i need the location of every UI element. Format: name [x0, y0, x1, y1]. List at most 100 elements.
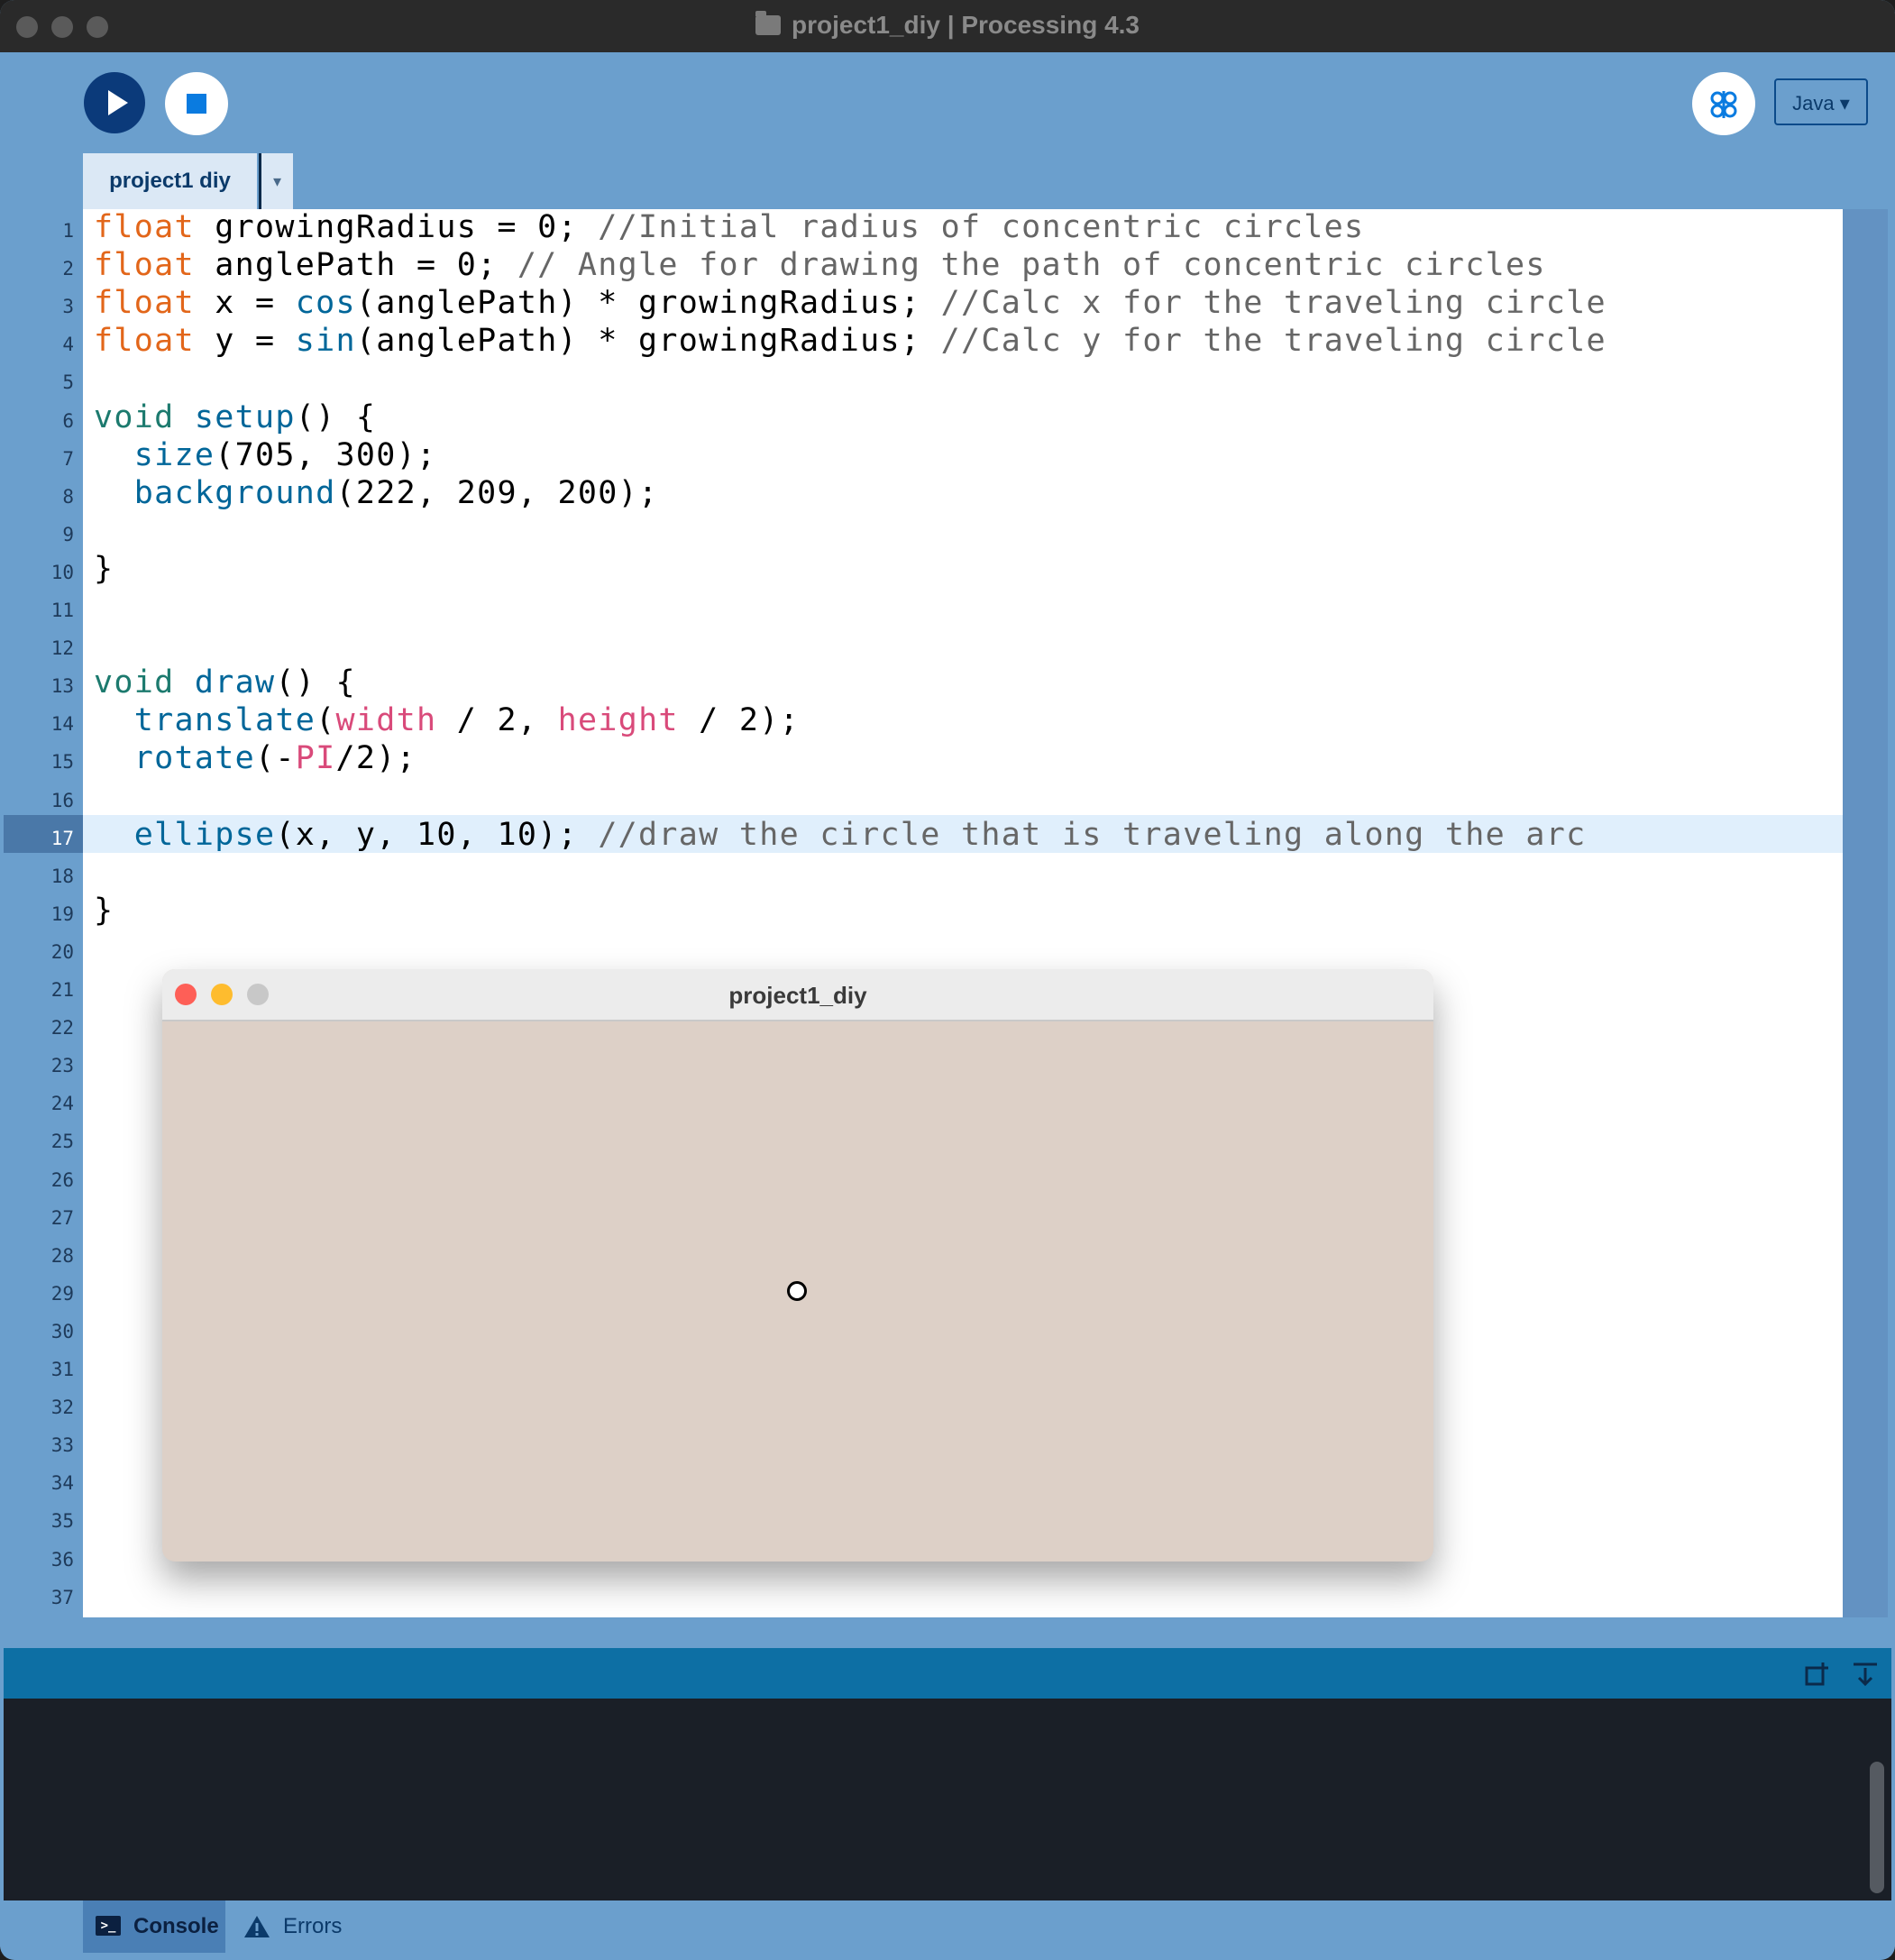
code-token: setup	[194, 398, 296, 435]
tab-menu-arrow[interactable]: ▾	[259, 153, 293, 209]
code-token: //Initial radius of concentric circles	[598, 209, 1365, 245]
code-token: cos	[295, 285, 356, 322]
line-number: 15	[50, 751, 74, 774]
stop-icon	[187, 94, 206, 114]
code-token: ellipse	[133, 816, 276, 853]
line-number: 18	[50, 865, 74, 887]
window-title: project1_diy | Processing 4.3	[792, 11, 1140, 39]
code-token: }	[94, 550, 114, 587]
code-token: draw	[194, 664, 276, 701]
code-line: void draw() {	[94, 664, 356, 701]
traveling-circle	[787, 1281, 807, 1301]
code-token: (x, y, 10, 10);	[275, 816, 599, 853]
code-line: translate(width / 2, height / 2);	[94, 702, 800, 738]
line-number: 35	[50, 1510, 74, 1533]
play-icon	[108, 90, 128, 115]
code-token: //Calc x for the traveling circle	[940, 285, 1607, 322]
line-number: 5	[62, 371, 74, 394]
code-token: // Angle for drawing the path of concent…	[517, 247, 1546, 284]
title-bar: project1_diy | Processing 4.3	[0, 0, 1895, 52]
collapse-console-icon[interactable]	[1852, 1661, 1879, 1688]
code-token: float	[94, 285, 195, 322]
line-number: 9	[62, 523, 74, 545]
tab-console-label: Console	[133, 1914, 219, 1938]
code-token: //draw the circle that is traveling alon…	[598, 816, 1587, 853]
line-number: 31	[50, 1359, 74, 1380]
line-number: 6	[62, 409, 74, 432]
line-number: 17	[50, 827, 74, 849]
line-number: 2	[62, 258, 74, 280]
line-number-gutter: 1 2 3 4 5 6 7 8 9 10 11 12 13 14 15 16 17 18 19 20 21 22 23 24 2…	[4, 209, 83, 1617]
code-line: rotate(-PI/2);	[94, 740, 417, 776]
mode-selector[interactable]: Java ▾	[1774, 78, 1868, 125]
code-line: ellipse(x, y, 10, 10); //draw the circle…	[94, 817, 1587, 853]
line-number: 22	[50, 1017, 74, 1040]
tab-errors[interactable]: Errors	[243, 1900, 370, 1953]
folder-icon	[755, 11, 781, 35]
line-number: 33	[50, 1434, 74, 1457]
code-line: float y = sin(anglePath) * growingRadius…	[94, 323, 1607, 359]
sketch-window[interactable]: project1_diy	[162, 969, 1433, 1562]
tab-project1-diy[interactable]: project1 diy	[83, 153, 257, 209]
line-number: 1	[62, 220, 74, 242]
code-line: background(222, 209, 200);	[94, 475, 658, 511]
console-header	[4, 1648, 1891, 1699]
code-token: anglePath = 0;	[194, 247, 517, 284]
line-number: 26	[50, 1168, 74, 1191]
line-number: 20	[50, 940, 74, 963]
code-token: / 2,	[436, 702, 558, 739]
code-token: background	[133, 474, 336, 511]
code-token: void	[94, 664, 175, 701]
tab-errors-label: Errors	[283, 1914, 343, 1938]
butterfly-debug-icon	[1710, 91, 1737, 118]
code-token: height	[557, 702, 679, 739]
line-number: 29	[50, 1282, 74, 1305]
line-number: 32	[50, 1397, 74, 1419]
console-scrollbar[interactable]	[1870, 1762, 1884, 1893]
code-line: float anglePath = 0; // Angle for drawin…	[94, 247, 1546, 283]
copy-icon[interactable]	[1805, 1661, 1832, 1688]
code-token: rotate	[133, 740, 255, 777]
line-number: 34	[50, 1472, 74, 1495]
code-token: void	[94, 398, 175, 435]
line-number: 12	[50, 637, 74, 660]
editor-scrollbar[interactable]	[1843, 209, 1888, 1617]
sketch-title-bar: project1_diy	[162, 969, 1433, 1021]
window-title-wrap: project1_diy | Processing 4.3	[0, 11, 1895, 40]
code-token: / 2);	[678, 702, 801, 739]
code-token: width	[335, 702, 437, 739]
code-token: float	[94, 247, 195, 284]
code-token: (222, 209, 200);	[335, 474, 659, 511]
code-token: PI	[295, 740, 336, 777]
code-token: () {	[275, 664, 356, 701]
code-token: float	[94, 323, 195, 360]
debug-button[interactable]	[1692, 72, 1755, 135]
code-token: float	[94, 209, 195, 245]
code-token: (705, 300);	[215, 436, 437, 473]
code-line: void setup() {	[94, 399, 376, 435]
line-number: 16	[50, 789, 74, 811]
run-button[interactable]	[84, 72, 145, 133]
code-token: size	[133, 436, 215, 473]
line-number: 10	[50, 561, 74, 583]
stop-button[interactable]	[165, 72, 228, 135]
line-number: 23	[50, 1055, 74, 1077]
code-token: //Calc y for the traveling circle	[940, 323, 1607, 360]
line-number: 13	[50, 675, 74, 698]
code-token: () {	[295, 398, 377, 435]
terminal-icon: >_	[96, 1916, 121, 1936]
line-number: 11	[50, 600, 74, 621]
tab-console[interactable]: >_ Console	[83, 1900, 225, 1953]
line-number: 30	[50, 1320, 74, 1342]
line-number: 21	[50, 979, 74, 1001]
line-number: 7	[62, 447, 74, 470]
code-token: y =	[194, 323, 296, 360]
console-output[interactable]	[4, 1699, 1891, 1900]
code-token: translate	[133, 702, 316, 739]
